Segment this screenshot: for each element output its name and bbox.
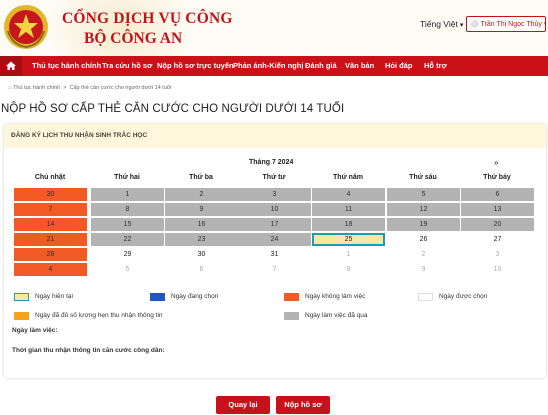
- calendar-day: 22: [91, 233, 164, 246]
- breadcrumb-item-current: Cấp thẻ căn cước cho người dưới 14 tuổi: [69, 85, 172, 91]
- calendar-day[interactable]: 31: [238, 248, 311, 261]
- legend-label-selecting: Ngày đang chọn: [171, 293, 219, 300]
- calendar-day: 7: [238, 263, 311, 276]
- legend-swatch-selecting: [150, 293, 165, 301]
- legend-label-selected: Ngày được chọn: [439, 293, 488, 300]
- user-menu[interactable]: ⚪ Trần Thị Ngọc Thủy ▾: [466, 16, 546, 32]
- calendar-day: 5: [387, 188, 460, 201]
- calendar-day: 9: [165, 203, 238, 216]
- calendar-day: 28: [14, 248, 87, 261]
- nav-item-submit-online[interactable]: Nộp hồ sơ trực tuyến: [157, 61, 234, 70]
- weekday-header: Thứ hai: [114, 174, 140, 181]
- breadcrumb-item-procedures[interactable]: Thủ tục hành chính: [13, 85, 60, 91]
- chevron-down-icon: ▾: [459, 22, 464, 29]
- main-nav: Thủ tục hành chính Tra cứu hồ sơ Nộp hồ …: [0, 56, 548, 76]
- calendar-day: 16: [165, 218, 238, 231]
- calendar-day: 5: [91, 263, 164, 276]
- weekday-header: Thứ ba: [189, 174, 213, 181]
- breadcrumb: ⌂ Thủ tục hành chính > Cấp thẻ căn cước …: [8, 85, 171, 91]
- calendar-day[interactable]: 26: [387, 233, 460, 246]
- nav-item-lookup[interactable]: Tra cứu hồ sơ: [102, 61, 152, 70]
- calendar-day: 23: [165, 233, 238, 246]
- legend-swatch-full: [14, 312, 29, 320]
- calendar-day: 21: [14, 233, 87, 246]
- calendar-day: 13: [461, 203, 534, 216]
- page-title: NỘP HỒ SƠ CẤP THẺ CĂN CƯỚC CHO NGƯỜI DƯỚ…: [1, 103, 345, 115]
- legend-label-today: Ngày hiện tại: [35, 293, 73, 300]
- home-icon: ⌂: [8, 85, 12, 91]
- calendar-day: 6: [165, 263, 238, 276]
- calendar-day: 19: [387, 218, 460, 231]
- calendar-day: 11: [312, 203, 385, 216]
- calendar-day: 2: [387, 248, 460, 261]
- submit-button[interactable]: Nộp hồ sơ: [276, 396, 330, 414]
- calendar-day: 4: [14, 263, 87, 276]
- calendar-day: 4: [312, 188, 385, 201]
- nav-item-documents[interactable]: Văn bản: [345, 61, 374, 70]
- language-label: Tiếng Việt: [420, 19, 458, 29]
- time-label: Thời gian thu nhận thông tin căn cước cô…: [12, 347, 165, 354]
- calendar-day: 12: [387, 203, 460, 216]
- calendar-day: 10: [238, 203, 311, 216]
- site-header: CỔNG DỊCH VỤ CÔNG BỘ CÔNG AN Tiếng Việt ▾…: [0, 0, 548, 56]
- working-day-label: Ngày làm việc:: [12, 327, 58, 334]
- back-button[interactable]: Quay lại: [216, 396, 270, 414]
- calendar-day: 24: [238, 233, 311, 246]
- calendar-day: 30: [14, 188, 87, 201]
- site-title-line1: CỔNG DỊCH VỤ CÔNG: [62, 10, 233, 27]
- calendar-day: 1: [91, 188, 164, 201]
- legend-swatch-today: [14, 293, 29, 301]
- calendar-day[interactable]: 27: [461, 233, 534, 246]
- weekday-header: Thứ tư: [262, 174, 286, 181]
- calendar-day: 8: [312, 263, 385, 276]
- calendar-day: 17: [238, 218, 311, 231]
- next-month-button[interactable]: »: [494, 158, 498, 167]
- nav-item-procedures[interactable]: Thủ tục hành chính: [32, 61, 101, 70]
- nav-item-faq[interactable]: Hỏi đáp: [385, 61, 413, 70]
- nav-item-support[interactable]: Hỗ trợ: [424, 61, 447, 70]
- calendar-day[interactable]: 25: [312, 233, 385, 246]
- weekday-header: Thứ bảy: [483, 174, 511, 181]
- card-header: ĐĂNG KÝ LỊCH THU NHẬN SINH TRẮC HỌC: [4, 124, 546, 148]
- legend-swatch-non-working: [284, 293, 299, 301]
- legend-label-non-working: Ngày không làm việc: [305, 293, 366, 300]
- card-heading: ĐĂNG KÝ LỊCH THU NHẬN SINH TRẮC HỌC: [11, 132, 148, 139]
- weekday-header: Thứ năm: [333, 174, 363, 181]
- calendar-day: 3: [238, 188, 311, 201]
- calendar-month-label: Tháng 7 2024: [249, 159, 294, 166]
- calendar-day: 8: [91, 203, 164, 216]
- police-emblem-icon: [4, 5, 48, 49]
- weekday-header: Thứ sáu: [409, 174, 437, 181]
- legend-swatch-past: [284, 312, 299, 320]
- home-button[interactable]: [0, 56, 22, 76]
- calendar-day: 18: [312, 218, 385, 231]
- calendar-day: 6: [461, 188, 534, 201]
- calendar-day: 20: [461, 218, 534, 231]
- calendar-day: 7: [14, 203, 87, 216]
- user-name: Trần Thị Ngọc Thủy: [480, 21, 542, 28]
- calendar-day: 14: [14, 218, 87, 231]
- legend-label-past: Ngày làm việc đã qua: [305, 312, 368, 319]
- calendar-day: 9: [387, 263, 460, 276]
- legend-label-full: Ngày đã đủ số lượng hẹn thu nhận thông t…: [35, 312, 163, 319]
- weekday-header: Chủ nhật: [34, 174, 66, 181]
- site-title-line2: BỘ CÔNG AN: [84, 30, 183, 47]
- user-icon: ⚪: [470, 21, 479, 28]
- legend-swatch-selected: [418, 293, 433, 301]
- calendar-day: 2: [165, 188, 238, 201]
- calendar-day[interactable]: 29: [91, 248, 164, 261]
- nav-item-rating[interactable]: Đánh giá: [305, 61, 337, 70]
- calendar-day: 1: [312, 248, 385, 261]
- chevron-down-icon: ▾: [544, 21, 545, 28]
- calendar-day: 3: [461, 248, 534, 261]
- breadcrumb-separator: >: [61, 85, 68, 91]
- calendar-day: 10: [461, 263, 534, 276]
- calendar-day: 15: [91, 218, 164, 231]
- home-icon: [6, 61, 16, 70]
- language-selector[interactable]: Tiếng Việt ▾: [420, 19, 463, 29]
- calendar-day[interactable]: 30: [165, 248, 238, 261]
- nav-item-feedback[interactable]: Phản ánh-Kiến nghị: [233, 61, 303, 70]
